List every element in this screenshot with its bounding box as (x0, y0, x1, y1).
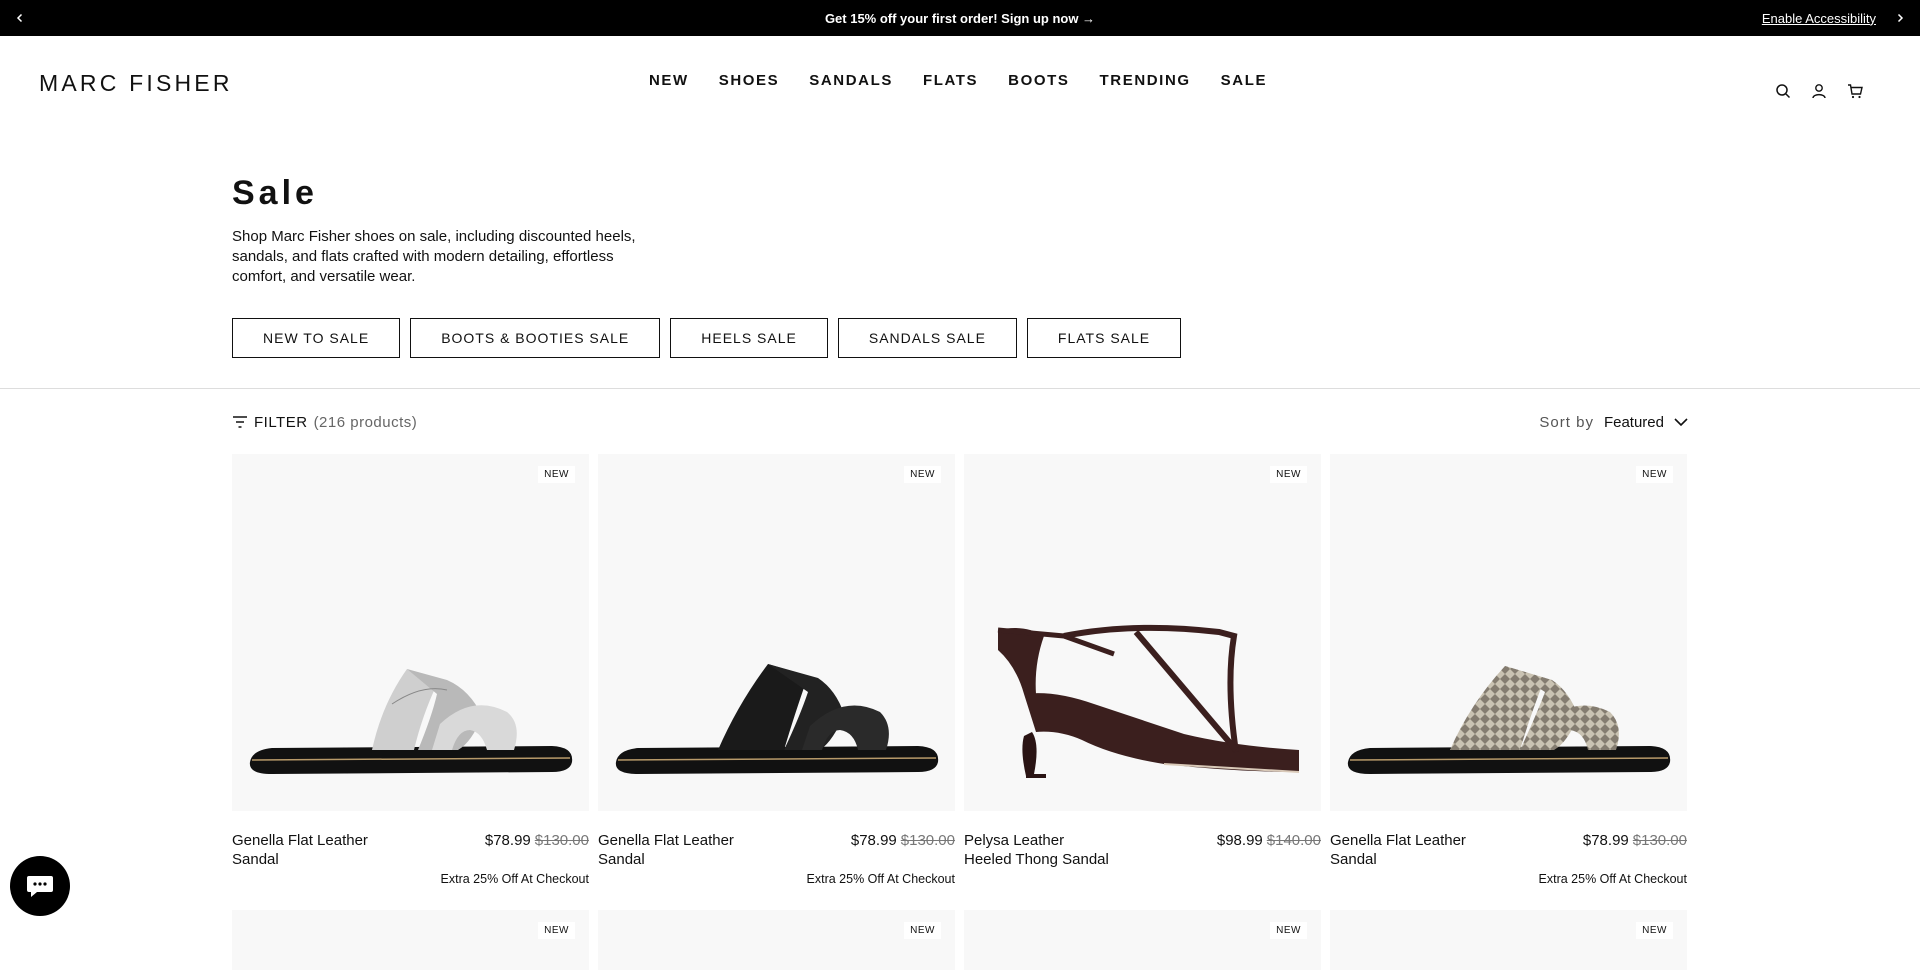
original-price: $130.00 (534, 832, 589, 849)
product-card[interactable]: NEW Pelysa Leather Heeled Thong Sandal $… (964, 454, 1321, 886)
sort-value: Featured (1603, 413, 1664, 431)
flat-sandal-image (1347, 666, 1671, 774)
product-image[interactable]: NEW (598, 454, 955, 811)
promo-text: Extra 25% Off At Checkout (440, 872, 589, 886)
product-name[interactable]: Pelysa Leather Heeled Thong Sandal (964, 831, 1114, 869)
chevron-down-icon (1674, 418, 1688, 427)
chip-sandals-sale[interactable]: SANDALS SALE (837, 318, 1017, 358)
chip-flats-sale[interactable]: FLATS SALE (1026, 318, 1182, 358)
enable-accessibility-link[interactable]: Enable Accessibility (1762, 11, 1876, 26)
nav-item-sale[interactable]: SALE (1221, 72, 1267, 89)
product-card[interactable]: NEW (598, 910, 955, 970)
new-badge: NEW (1270, 922, 1307, 939)
announcement-prev-button[interactable] (2, 0, 38, 36)
original-price: $140.00 (1266, 832, 1321, 849)
nav-item-flats[interactable]: FLATS (923, 72, 978, 89)
main-nav: NEW SHOES SANDALS FLATS BOOTS TRENDING S… (0, 72, 1920, 89)
announcement-next-button[interactable] (1882, 0, 1918, 36)
product-card[interactable]: NEW (1330, 910, 1687, 970)
product-price-block: $78.99 $130.00 (485, 831, 589, 869)
product-card[interactable]: NEW Genella Flat Leather Sandal $78.99 $1… (1330, 454, 1687, 886)
page-description: Shop Marc Fisher shoes on sale, includin… (232, 228, 636, 285)
chat-icon (27, 876, 53, 897)
filter-button[interactable]: FILTER (216 products) (232, 414, 417, 431)
product-name[interactable]: Genella Flat Leather Sandal (232, 831, 382, 869)
product-image[interactable]: NEW (964, 910, 1321, 970)
subcategory-links: NEW TO SALE BOOTS & BOOTIES SALE HEELS S… (232, 318, 1182, 358)
product-grid: NEW Genella Flat Leather Sandal $78.99 $1… (232, 454, 1687, 970)
page-title: Sale (232, 174, 318, 212)
promo-text: Extra 25% Off At Checkout (1538, 872, 1687, 886)
product-meta: Pelysa Leather Heeled Thong Sandal $98.9… (964, 831, 1321, 869)
search-icon[interactable] (1774, 82, 1792, 100)
promo-text: Extra 25% Off At Checkout (806, 872, 955, 886)
sale-price: $78.99 (484, 832, 531, 849)
chip-new-to-sale[interactable]: NEW TO SALE (232, 318, 401, 358)
filter-icon (233, 416, 247, 428)
product-image[interactable]: NEW (598, 910, 955, 970)
sale-price: $98.99 (1216, 832, 1263, 849)
sort-dropdown[interactable]: Sort by Featured (1539, 414, 1688, 431)
product-image[interactable]: NEW (1330, 910, 1687, 970)
product-name[interactable]: Genella Flat Leather Sandal (1330, 831, 1480, 869)
product-price-block: $78.99 $130.00 (851, 831, 955, 869)
announcement-link[interactable]: Get 15% off your first order! Sign up no… (825, 11, 1095, 26)
original-price: $130.00 (900, 832, 955, 849)
chevron-left-icon (16, 13, 23, 23)
flat-sandal-image (615, 664, 939, 774)
product-price-block: $78.99 $130.00 (1583, 831, 1687, 869)
announcement-bar: Get 15% off your first order! Sign up no… (0, 0, 1920, 36)
chat-button[interactable] (10, 856, 70, 916)
product-price-block: $98.99 $140.00 (1217, 831, 1321, 869)
product-card[interactable]: NEW Genella Flat Leather Sandal $78.99 $1… (232, 454, 589, 886)
section-divider (0, 388, 1920, 389)
sale-price: $78.99 (850, 832, 897, 849)
category-intro: Sale Shop Marc Fisher shoes on sale, inc… (232, 174, 642, 287)
product-count: (216 products) (313, 413, 418, 431)
chevron-right-icon (1897, 13, 1904, 23)
new-badge: NEW (904, 922, 941, 939)
chip-heels-sale[interactable]: HEELS SALE (670, 318, 828, 358)
cart-icon[interactable] (1846, 82, 1864, 100)
new-badge: NEW (538, 922, 575, 939)
site-header: MARC FISHER NEW SHOES SANDALS FLATS BOOT… (0, 36, 1920, 128)
new-badge: NEW (1636, 922, 1673, 939)
header-icons (1774, 82, 1864, 100)
product-card[interactable]: NEW (232, 910, 589, 970)
user-icon[interactable] (1810, 82, 1828, 100)
collection-toolbar: FILTER (216 products) Sort by Featured (232, 410, 1688, 434)
product-image[interactable]: NEW (1330, 454, 1687, 811)
sort-label: Sort by (1539, 413, 1594, 431)
flat-sandal-image (249, 669, 573, 774)
product-card[interactable]: NEW (964, 910, 1321, 970)
product-meta: Genella Flat Leather Sandal $78.99 $130.0… (1330, 831, 1687, 869)
product-name[interactable]: Genella Flat Leather Sandal (598, 831, 748, 869)
chip-boots-booties-sale[interactable]: BOOTS & BOOTIES SALE (410, 318, 661, 358)
nav-item-sandals[interactable]: SANDALS (809, 72, 893, 89)
product-image[interactable]: NEW (232, 454, 589, 811)
nav-item-trending[interactable]: TRENDING (1100, 72, 1191, 89)
nav-item-new[interactable]: NEW (649, 72, 689, 89)
nav-item-boots[interactable]: BOOTS (1008, 72, 1069, 89)
product-card[interactable]: NEW Genella Flat Leather Sandal $78.99 $1… (598, 454, 955, 886)
product-meta: Genella Flat Leather Sandal $78.99 $130.0… (232, 831, 589, 869)
product-image[interactable]: NEW (964, 454, 1321, 811)
nav-item-shoes[interactable]: SHOES (719, 72, 780, 89)
original-price: $130.00 (1632, 832, 1687, 849)
filter-label: FILTER (254, 413, 308, 431)
sale-price: $78.99 (1582, 832, 1629, 849)
product-meta: Genella Flat Leather Sandal $78.99 $130.0… (598, 831, 955, 869)
heeled-sandal-image (997, 624, 1300, 778)
product-image[interactable]: NEW (232, 910, 589, 970)
